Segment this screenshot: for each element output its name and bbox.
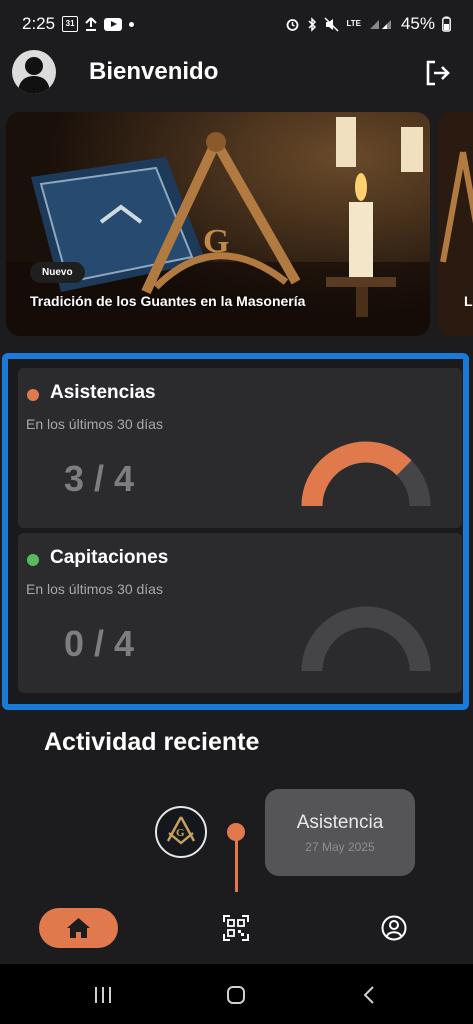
stat-value: 3 / 4 xyxy=(64,458,135,499)
attendance-card[interactable]: Asistencias En los últimos 30 días 3 / 4 xyxy=(18,368,462,528)
notification-dot-icon xyxy=(129,21,135,27)
app-header: Bienvenido xyxy=(0,48,473,100)
home-icon xyxy=(67,918,90,938)
svg-text:G: G xyxy=(203,223,229,260)
gauge-chart xyxy=(301,606,431,672)
stat-subtitle: En los últimos 30 días xyxy=(26,581,163,597)
youtube-icon xyxy=(104,17,123,31)
activity-label: Asistencia xyxy=(296,812,384,833)
logout-button[interactable] xyxy=(423,58,453,88)
stat-title: Asistencias xyxy=(50,382,156,403)
stat-title: Capitaciones xyxy=(50,547,169,568)
bottom-nav xyxy=(0,900,473,964)
nav-profile-button[interactable] xyxy=(381,915,407,941)
activity-date: 27 May 2025 xyxy=(305,840,375,854)
nav-home-button[interactable] xyxy=(39,908,118,948)
recent-apps-button[interactable] xyxy=(93,985,113,1005)
user-silhouette-icon xyxy=(18,57,50,94)
lodge-logo: G xyxy=(154,805,208,859)
calendar-icon: 31 xyxy=(62,16,79,32)
logout-icon xyxy=(426,60,450,86)
status-time: 2:25 xyxy=(22,14,56,33)
square-compass-icon: G xyxy=(155,806,207,858)
stats-panel: Asistencias En los últimos 30 días 3 / 4… xyxy=(2,353,469,710)
mute-icon xyxy=(324,16,339,32)
news-title: Tradición de los Guantes en la Masonería xyxy=(30,293,306,309)
news-card[interactable]: G Nuevo Tradición de los Guantes en la M… xyxy=(6,112,430,336)
timeline-dot xyxy=(227,823,245,841)
profile-icon xyxy=(381,915,407,941)
new-badge: Nuevo xyxy=(30,262,85,283)
capitation-card[interactable]: Capitaciones En los últimos 30 días 0 / … xyxy=(18,533,462,693)
status-dot xyxy=(27,389,39,401)
nav-qr-button[interactable] xyxy=(223,915,249,941)
qr-code-icon xyxy=(223,915,249,941)
stat-value: 0 / 4 xyxy=(64,623,135,664)
activity-item[interactable]: Asistencia 27 May 2025 xyxy=(265,789,415,876)
avatar[interactable] xyxy=(12,50,56,94)
lte-indicator: LTE xyxy=(346,19,361,28)
news-carousel[interactable]: G Nuevo Tradición de los Guantes en la M… xyxy=(6,112,473,336)
upload-icon xyxy=(85,17,97,31)
svg-text:G: G xyxy=(176,827,185,839)
status-dot xyxy=(27,554,39,566)
bluetooth-icon xyxy=(307,16,317,32)
system-nav-bar xyxy=(0,964,473,1024)
section-title: Actividad reciente xyxy=(44,728,260,756)
system-home-button[interactable] xyxy=(226,985,246,1005)
timeline-line xyxy=(235,840,238,892)
signal-icon xyxy=(368,17,394,31)
gauge-track xyxy=(301,606,431,672)
alarm-icon xyxy=(285,17,300,32)
stat-subtitle: En los últimos 30 días xyxy=(26,416,163,432)
battery-level: 45% xyxy=(400,14,435,33)
status-left: 2:25 31 xyxy=(22,14,135,34)
status-right: LTE 45% xyxy=(285,14,451,34)
status-bar: 2:25 31 LTE 45% xyxy=(0,0,473,48)
gauge-chart xyxy=(301,441,431,507)
page-title: Bienvenido xyxy=(89,58,219,85)
gauge-fill xyxy=(301,441,412,507)
news-title: L xyxy=(464,293,473,309)
back-button[interactable] xyxy=(360,985,380,1005)
news-card-next[interactable]: L xyxy=(438,112,473,336)
battery-icon xyxy=(442,16,451,32)
